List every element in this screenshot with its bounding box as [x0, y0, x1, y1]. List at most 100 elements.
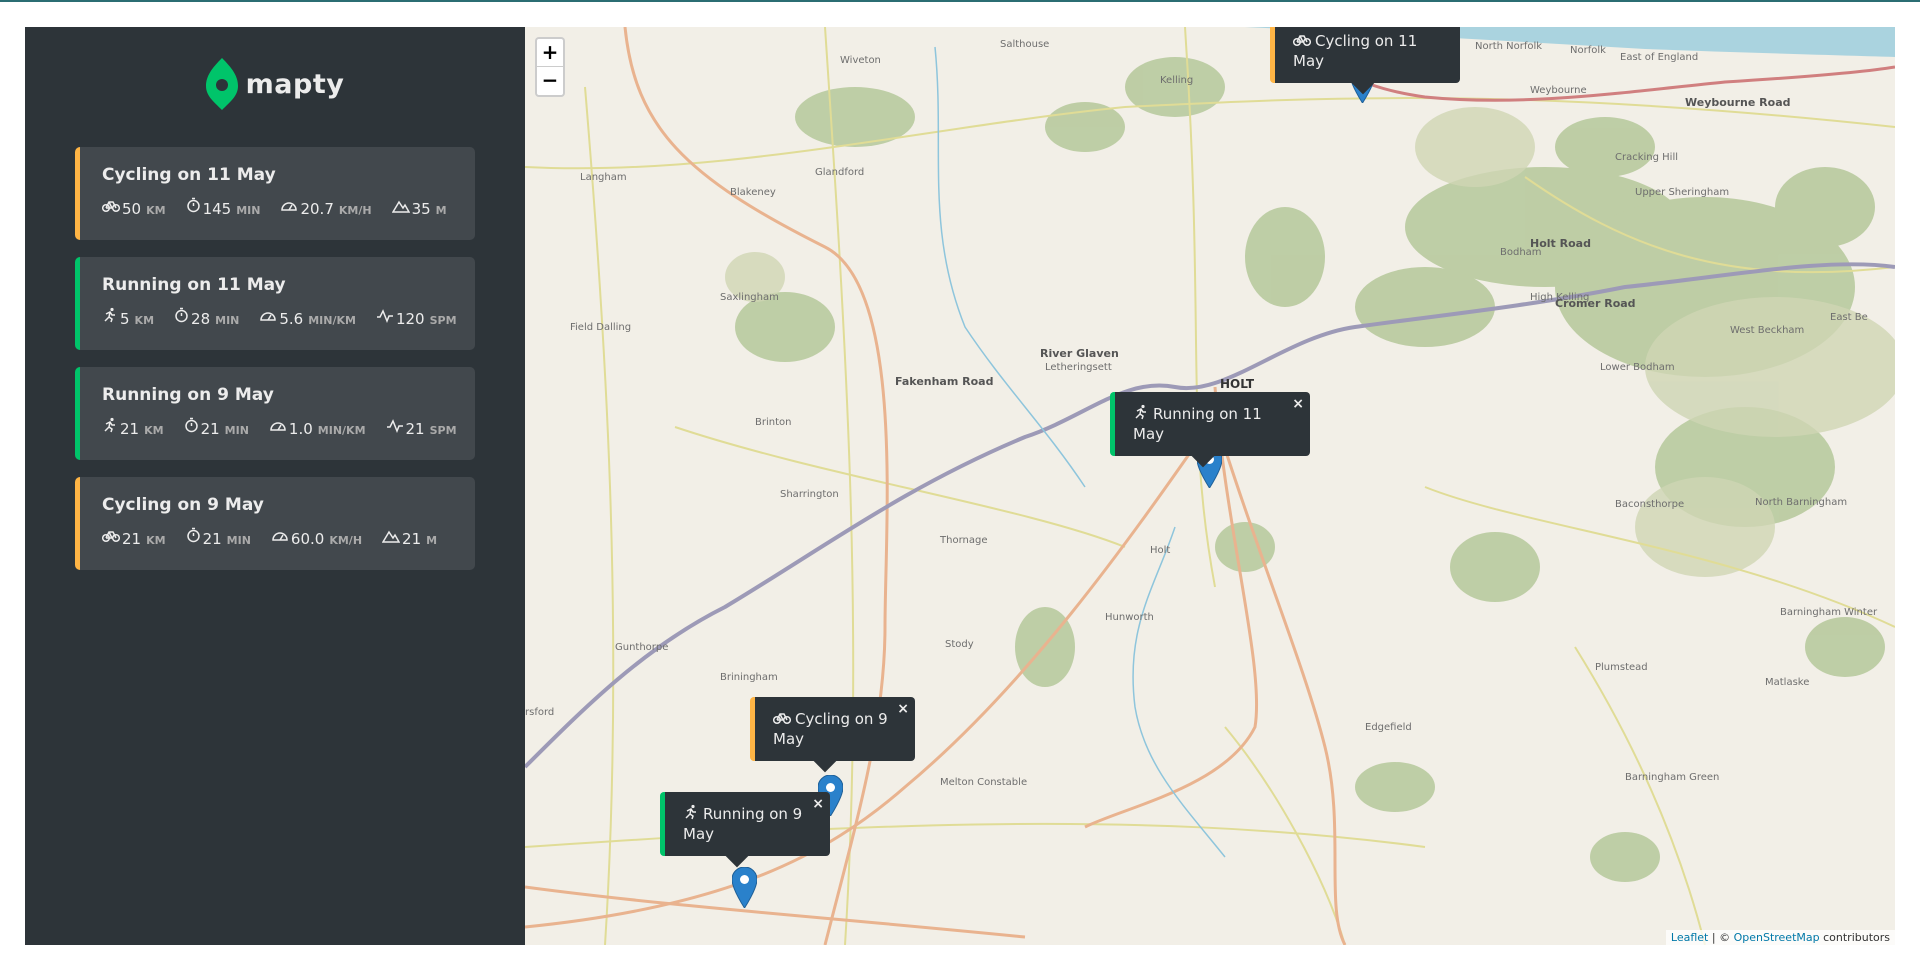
workout-detail: 60.0 KM/H: [271, 529, 362, 548]
stopwatch-icon: [186, 197, 203, 218]
map-place-label: Cracking Hill: [1615, 152, 1679, 163]
zoom-out-button[interactable]: −: [537, 67, 563, 95]
map[interactable]: Wiveton Salthouse Kelling North Norfolk Norf…: [525, 27, 1895, 945]
workout-detail-value: 21: [122, 530, 142, 548]
workout-item-running[interactable]: Running on 11 May 5 KM 28 MIN 5.6 MIN/KM 120 SPM: [75, 257, 475, 350]
workout-detail-unit: KM/H: [329, 534, 363, 547]
map-place-label: Barningham Winter: [1780, 607, 1878, 618]
map-place-label: Matlaske: [1765, 677, 1810, 688]
map-place-label: Hunworth: [1105, 612, 1154, 623]
speedometer-icon: [259, 309, 279, 328]
map-place-label: Langham: [580, 172, 627, 183]
map-place-label: Lower Bodham: [1600, 362, 1675, 373]
workout-detail: 120 SPM: [376, 309, 457, 328]
popup-close-button[interactable]: ×: [1292, 394, 1304, 414]
map-place-label: River Glaven: [1040, 347, 1119, 360]
map-place-label: North Barningham: [1755, 497, 1848, 508]
bicycle-icon: [772, 710, 795, 728]
map-pin-logo-icon: [205, 58, 238, 110]
zoom-in-button[interactable]: +: [537, 39, 563, 67]
map-place-label: Letheringsett: [1045, 362, 1112, 373]
workout-detail-unit: KM: [146, 204, 166, 217]
logo: mapty: [75, 57, 475, 111]
map-place-label: Wiveton: [840, 55, 881, 66]
map-place-label: Weybourne Road: [1685, 96, 1791, 109]
workout-detail-unit: MIN/KM: [317, 424, 366, 437]
popup-close-button[interactable]: ×: [812, 794, 824, 814]
bicycle-icon: [101, 199, 122, 218]
map-place-label: Upper Sheringham: [1635, 187, 1730, 198]
workout-detail-unit: MIN: [226, 534, 251, 547]
workout-popup-cycling[interactable]: Cycling on 11 May: [1270, 27, 1460, 95]
map-marker-icon[interactable]: [731, 866, 758, 909]
leaflet-link[interactable]: Leaflet: [1671, 931, 1708, 944]
map-place-label: Brinton: [755, 417, 792, 428]
map-place-label: Holt: [1150, 545, 1171, 556]
speedometer-icon: [280, 199, 300, 218]
speedometer-icon: [269, 419, 289, 438]
workout-detail-value: 145: [202, 200, 232, 218]
workout-detail-unit: SPM: [429, 424, 457, 437]
workout-detail: 35 M: [391, 199, 447, 218]
workout-detail-unit: M: [435, 204, 447, 217]
workout-detail-unit: M: [426, 534, 438, 547]
map-place-label: Melton Constable: [940, 777, 1028, 788]
map-place-label: Weybourne: [1530, 85, 1587, 96]
map-place-label: Saxlingham: [720, 292, 779, 303]
workout-popup-cycling[interactable]: Cycling on 9 May ×: [750, 697, 915, 773]
workout-detail-value: 35: [411, 200, 431, 218]
workout-popup-running[interactable]: Running on 11 May ×: [1110, 392, 1310, 468]
workout-detail-unit: SPM: [429, 314, 457, 327]
logo-text: mapty: [245, 68, 345, 100]
workout-detail: 145 MIN: [186, 197, 261, 218]
workout-item-cycling[interactable]: Cycling on 11 May 50 KM 145 MIN 20.7 KM/H 35 M: [75, 147, 475, 240]
runner-icon: [102, 307, 120, 328]
cadence-icon: [376, 309, 396, 328]
workout-title: Running on 11 May: [102, 275, 286, 295]
workout-detail: 5 KM: [102, 307, 154, 328]
runner-icon: [1133, 404, 1153, 423]
workout-detail-value: 21: [402, 530, 422, 548]
map-place-label: North Norfolk: [1475, 41, 1543, 52]
map-place-label: Glandford: [815, 167, 865, 178]
map-attribution: Leaflet | © OpenStreetMap contributors: [1665, 930, 1895, 945]
map-place-label: Plumstead: [1595, 662, 1648, 673]
map-place-label: Sharrington: [780, 489, 839, 500]
stopwatch-icon: [174, 307, 191, 328]
map-place-label: rsford: [525, 707, 555, 718]
workout-detail-unit: KM: [134, 314, 155, 327]
openstreetmap-link[interactable]: OpenStreetMap: [1734, 931, 1820, 944]
map-place-label: Gunthorpe: [615, 642, 669, 653]
workout-detail: 21 KM: [102, 417, 164, 438]
workout-detail-value: 5: [120, 310, 130, 328]
workout-popup-running[interactable]: Running on 9 May ×: [660, 792, 830, 868]
speedometer-icon: [271, 529, 291, 548]
workout-detail: 21 KM: [101, 529, 166, 548]
workout-detail-unit: MIN: [224, 424, 249, 437]
workout-detail-value: 20.7: [300, 200, 334, 218]
stopwatch-icon: [186, 527, 203, 548]
workout-detail: 28 MIN: [174, 307, 239, 328]
workout-detail-value: 21: [120, 420, 140, 438]
workout-detail-unit: MIN: [236, 204, 261, 217]
map-place-label: Field Dalling: [570, 322, 632, 333]
cadence-icon: [386, 419, 406, 438]
workout-list: Cycling on 11 May 50 KM 145 MIN 20.7 KM/H 35 M Ru…: [75, 147, 475, 570]
mountain-icon: [391, 199, 412, 218]
workout-detail: 20.7 KM/H: [280, 199, 372, 218]
map-place-label: HOLT: [1220, 377, 1255, 391]
map-place-label: West Beckham: [1730, 325, 1805, 336]
workout-details: 5 KM 28 MIN 5.6 MIN/KM 120 SPM: [102, 307, 457, 328]
map-place-label: Baconsthorpe: [1615, 499, 1685, 510]
workout-item-running[interactable]: Running on 9 May 21 KM 21 MIN 1.0 MIN/KM 21 SPM: [75, 367, 475, 460]
map-place-label: Fakenham Road: [895, 375, 994, 388]
runner-icon: [683, 804, 703, 823]
map-place-label: Salthouse: [1000, 39, 1050, 50]
workout-detail-value: 21: [405, 420, 425, 438]
workout-detail-value: 50: [122, 200, 142, 218]
popup-close-button[interactable]: ×: [897, 699, 909, 719]
workout-item-cycling[interactable]: Cycling on 9 May 21 KM 21 MIN 60.0 KM/H 21 M: [75, 477, 475, 570]
workout-details: 21 KM 21 MIN 60.0 KM/H 21 M: [101, 527, 453, 548]
workout-detail: 21 MIN: [184, 417, 249, 438]
sidebar: mapty Cycling on 11 May 50 KM 145 MIN 20.7 KM/…: [25, 27, 525, 945]
